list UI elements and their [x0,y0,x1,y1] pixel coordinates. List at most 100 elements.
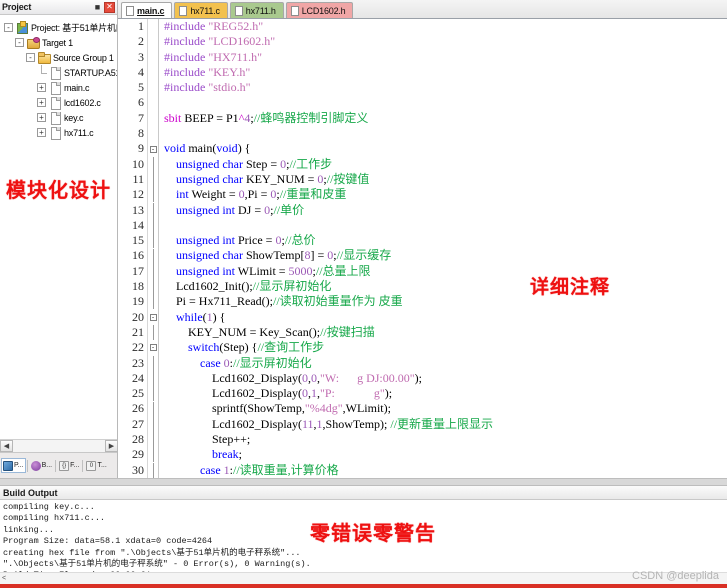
code-line[interactable]: case 1://读取重量,计算价格 [164,463,727,478]
tree-item-hx711.c[interactable]: + hx711.c [4,125,117,140]
code-line[interactable]: sprintf(ShowTemp,"%4dg",WLimit); [164,401,727,416]
code-line[interactable] [164,218,727,233]
fold-marker [148,80,158,95]
expand-icon[interactable]: + [37,113,46,122]
code-folding-column[interactable]: - - - [148,19,159,478]
tree-item-key.c[interactable]: + key.c [4,110,117,125]
code-token: void [216,141,238,156]
tree-item-project-51-[interactable]: - Project: 基于51单片机的 [4,20,117,35]
fold-marker [148,156,158,172]
project-panel-tab-1[interactable]: B... [29,458,55,473]
project-panel-tab-3[interactable]: 0 T... [84,458,108,473]
code-line[interactable]: Lcd1602_Init();//显示屏初始化 [164,279,727,294]
fold-collapse-icon[interactable]: - [149,313,157,321]
code-line[interactable]: Pi = Hx711_Read();//读取初始重量作为 皮重 [164,294,727,309]
line-number: 1 [138,19,144,33]
code-line[interactable]: Lcd1602_Display(11,1,ShowTemp); //更新重量上限… [164,417,727,432]
code-line[interactable]: #include "REG52.h" [164,19,727,34]
code-line[interactable]: KEY_NUM = Key_Scan();//按键扫描 [164,325,727,340]
scroll-left-icon[interactable]: ◀ [0,440,13,452]
code-line[interactable]: unsigned int Price = 0;//总价 [164,233,727,248]
code-line[interactable]: int Weight = 0,Pi = 0;//重量和皮重 [164,187,727,202]
expand-icon[interactable]: + [37,98,46,107]
file-icon [126,5,134,16]
project-panel-tab-label: P... [14,462,24,469]
build-output-hscrollbar[interactable]: < [0,572,727,584]
code-token: case [200,462,221,477]
fold-marker [148,126,158,141]
fold-marker[interactable]: - [148,141,158,156]
code-token: Lcd1602_Display( [164,370,302,385]
tree-item-lcd1602.c[interactable]: + lcd1602.c [4,95,117,110]
document-tab-lcd1602-h[interactable]: LCD1602.h [285,2,354,18]
code-line[interactable]: Lcd1602_Display(0,1,"P: g"); [164,386,727,401]
code-line[interactable]: case 0://显示屏初始化 [164,356,727,371]
code-token: "P: g" [319,386,385,401]
pin-icon[interactable]: ■ [92,2,103,13]
code-text-area[interactable]: #include "REG52.h" #include "LCD1602.h" #i… [159,19,727,478]
scroll-track[interactable] [13,440,105,452]
line-number: 9 [138,141,144,156]
expand-icon[interactable]: + [37,83,46,92]
code-line[interactable]: #include "stdio.h" [164,80,727,95]
project-tree[interactable]: - Project: 基于51单片机的 - Target 1- Source Group… [0,15,117,140]
code-line[interactable]: unsigned char ShowTemp[8] = 0;//显示缓存 [164,248,727,263]
fold-marker [148,218,158,233]
fold-collapse-icon[interactable]: - [149,145,157,153]
tree-item-label: Source Group 1 [53,52,114,63]
code-line[interactable]: switch(Step) {//查询工作步 [164,340,727,355]
fold-marker [148,263,158,279]
code-line[interactable]: Step++; [164,432,727,447]
code-line[interactable]: unsigned int DJ = 0;//单价 [164,203,727,218]
code-line[interactable]: unsigned char KEY_NUM = 0;//按键值 [164,172,727,187]
code-line[interactable]: #include "HX711.h" [164,50,727,65]
code-editor[interactable]: 1 2 3 4 5 6 7 8 9 10 11 12 13 14 15 16 17 18 19 20 21 22 23 24 2… [118,19,727,478]
tree-item-label: Target 1 [42,37,73,48]
code-line[interactable]: #include "LCD1602.h" [164,34,727,49]
code-token: //按键值 [326,171,370,186]
code-line[interactable] [164,95,727,110]
document-tab-bar[interactable]: main.c hx711.c hx711.h LCD1602.h [118,0,727,19]
code-line[interactable]: unsigned int WLimit = 5000;//总量上限 [164,264,727,279]
line-number: 27 [132,416,144,431]
close-icon[interactable]: ✕ [104,1,115,13]
tree-item-main.c[interactable]: + main.c [4,80,117,95]
code-line[interactable] [164,126,727,141]
expand-icon[interactable]: + [37,128,46,137]
project-panel-tab-0[interactable]: P... [1,458,26,473]
project-panel-hscrollbar[interactable]: ◀ ▶ [0,439,117,452]
project-panel-tab-2[interactable]: {} F... [57,458,81,473]
code-line[interactable]: break; [164,447,727,462]
collapse-icon[interactable]: - [26,53,35,62]
horizontal-splitter[interactable] [0,478,727,486]
code-token: //显示屏初始化 [233,355,312,370]
collapse-icon[interactable]: - [15,38,24,47]
document-tab-hx711-c[interactable]: hx711.c [174,2,228,18]
code-line[interactable]: sbit BEEP = P1^4;//蜂鸣器控制引脚定义 [164,111,727,126]
code-line[interactable]: while(1) { [164,310,727,325]
tree-item-startup.a51[interactable]: STARTUP.A51 [4,65,117,80]
code-line[interactable]: unsigned char Step = 0;//工作步 [164,157,727,172]
project-panel-bottom-tabs[interactable]: P... B...{} F... 0 T... [0,452,117,478]
code-line[interactable]: Lcd1602_Display(0,0,"W: g DJ:00.00"); [164,371,727,386]
fold-marker[interactable]: - [148,310,158,325]
code-token: Price = [235,233,276,248]
fold-marker[interactable]: - [148,340,158,355]
code-token: #include [164,34,209,49]
tree-item-source-group-1[interactable]: - Source Group 1 [4,50,117,65]
document-tab-hx711-h[interactable]: hx711.h [229,2,284,18]
code-line[interactable]: void main(void) { [164,141,727,156]
fold-marker [148,355,158,371]
keil-uvision-window: Project ■ ✕ - Project: 基于51单片机的 - Target 1-… [0,0,727,588]
collapse-icon[interactable]: - [4,23,13,32]
code-token: #include [164,19,209,33]
fold-guide-line [152,202,154,218]
fold-collapse-icon[interactable]: - [149,344,157,352]
document-tab-main-c[interactable]: main.c [121,2,173,18]
line-number-gutter: 1 2 3 4 5 6 7 8 9 10 11 12 13 14 15 16 17 18 19 20 21 22 23 24 2… [118,19,148,478]
scroll-right-icon[interactable]: ▶ [105,440,117,452]
code-line[interactable]: #include "KEY.h" [164,65,727,80]
tree-item-target-1[interactable]: - Target 1 [4,35,117,50]
